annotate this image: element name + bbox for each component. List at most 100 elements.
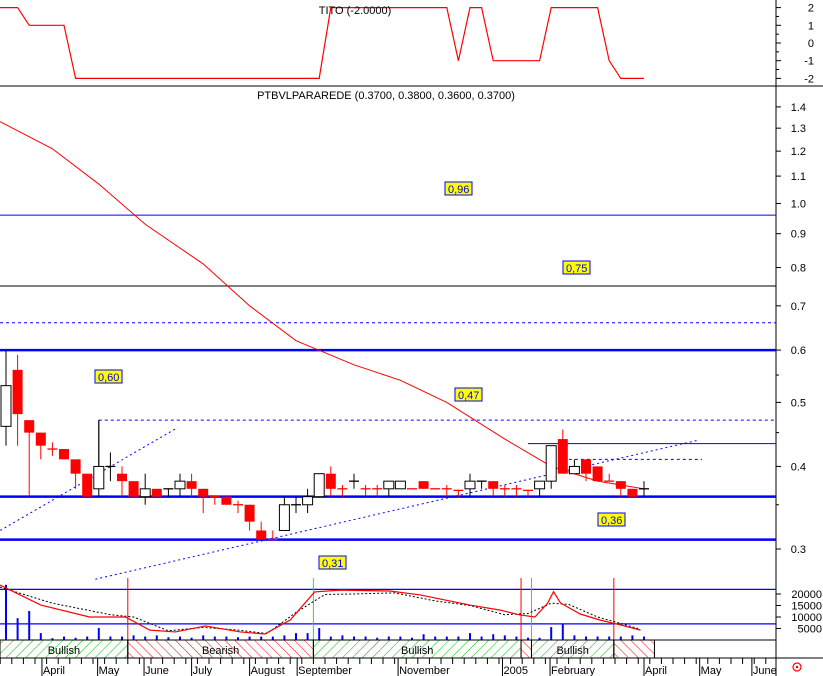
candle bbox=[349, 473, 359, 489]
trend-band-label: Bullish bbox=[48, 645, 80, 657]
moving-average bbox=[0, 121, 645, 490]
candle bbox=[592, 466, 603, 482]
candle bbox=[0, 350, 12, 446]
candle bbox=[151, 488, 162, 497]
price-tick-label: 0.6 bbox=[791, 345, 806, 357]
candle bbox=[604, 473, 615, 482]
x-tick-label: February bbox=[551, 665, 596, 676]
x-tick-label: September bbox=[298, 665, 352, 676]
price-tick-label: 1.1 bbox=[791, 171, 806, 183]
trend-band-label: Bullish bbox=[401, 645, 433, 657]
tito-indicator: 2 1 0 -1 -2 bbox=[0, 3, 814, 85]
candle bbox=[221, 496, 232, 505]
price-tick-label: 1.3 bbox=[791, 123, 806, 135]
trend-band: Bullish Bearish Bullish Bullish bbox=[0, 639, 655, 659]
candle-body-down bbox=[151, 488, 162, 497]
volume-tick-label: 15000 bbox=[791, 601, 822, 613]
trendlines bbox=[0, 427, 698, 580]
candle-body-down bbox=[615, 481, 626, 489]
red-circle-icon[interactable] bbox=[792, 662, 802, 672]
trendline bbox=[95, 439, 698, 580]
candle bbox=[545, 445, 557, 489]
price-tick-label: 1.0 bbox=[791, 198, 806, 210]
candle bbox=[278, 496, 290, 531]
candle bbox=[117, 466, 127, 497]
price-tick-label: 0.5 bbox=[791, 397, 806, 409]
level-label: 0,31 bbox=[322, 558, 343, 570]
volume-ma-red bbox=[0, 584, 641, 635]
candle-body-up bbox=[93, 465, 105, 490]
candle bbox=[534, 480, 546, 497]
candle bbox=[291, 496, 301, 514]
candle-body-down bbox=[59, 449, 69, 460]
candle-body-down bbox=[256, 530, 267, 540]
price-tick-label: 1.2 bbox=[791, 146, 806, 158]
x-tick-label: June bbox=[145, 665, 169, 676]
x-tick-label: June bbox=[753, 665, 777, 676]
trend-band-bearish bbox=[520, 639, 532, 659]
price-tick-label: 0.8 bbox=[791, 263, 806, 275]
candle bbox=[198, 488, 209, 514]
candle bbox=[360, 484, 371, 497]
tito-tick-label: -1 bbox=[804, 56, 814, 68]
tito-tick-label: 1 bbox=[808, 20, 814, 32]
candle-body-down bbox=[70, 459, 81, 474]
candle-body-down bbox=[24, 420, 35, 433]
candle-body-up bbox=[0, 385, 12, 427]
candle bbox=[59, 449, 69, 460]
volume-tick-label: 5000 bbox=[798, 624, 822, 636]
trend-band-bearish bbox=[613, 639, 655, 659]
candle-body-down bbox=[117, 473, 127, 482]
candle bbox=[488, 481, 499, 497]
x-tick-label: May bbox=[701, 665, 722, 676]
candle-body-down bbox=[82, 473, 93, 497]
stock-chart[interactable]: 0,96 0,75 0,60 0,47 0,36 0,31 2 1 0 -1 -2 2000015… bbox=[0, 0, 823, 676]
volume-tick-label: 20000 bbox=[791, 589, 822, 601]
candle-body-down bbox=[128, 481, 139, 497]
candle bbox=[47, 442, 58, 456]
level-label: 0,36 bbox=[601, 515, 622, 527]
candle-body-up bbox=[302, 496, 314, 506]
tito-tick-label: -2 bbox=[804, 73, 814, 85]
candle-body-up bbox=[313, 473, 325, 498]
candle bbox=[383, 480, 395, 497]
price-tick-label: 0.9 bbox=[791, 229, 806, 241]
candle bbox=[557, 429, 568, 474]
level-label: 0,75 bbox=[566, 263, 587, 275]
candle-body-down bbox=[12, 369, 23, 415]
candle bbox=[568, 459, 580, 475]
candle bbox=[128, 481, 139, 497]
candle-body-up bbox=[545, 445, 557, 482]
volume-ma-black bbox=[0, 586, 639, 635]
candle-body-down bbox=[557, 439, 568, 474]
candle bbox=[313, 473, 325, 498]
candle bbox=[372, 484, 383, 497]
candle bbox=[615, 481, 626, 497]
tito-line bbox=[0, 6, 644, 80]
candle-body-down bbox=[221, 496, 232, 505]
candle-body-down bbox=[35, 432, 46, 446]
candle bbox=[511, 484, 522, 497]
price-tick-label: 1.4 bbox=[791, 102, 806, 114]
trend-band-label: Bearish bbox=[202, 645, 239, 657]
price-tick-label: 0.3 bbox=[791, 544, 806, 556]
x-tick-label: April bbox=[43, 665, 65, 676]
candle bbox=[639, 481, 649, 497]
level-label: 0,60 bbox=[98, 372, 119, 384]
candle-body-down bbox=[592, 466, 603, 482]
candle bbox=[627, 488, 638, 497]
candle bbox=[233, 500, 243, 514]
candle-body-up bbox=[534, 480, 546, 490]
candle bbox=[105, 452, 116, 482]
candle bbox=[35, 432, 46, 460]
candle-body-up bbox=[568, 465, 580, 475]
candle-body-up bbox=[174, 480, 186, 490]
candle-body-up bbox=[383, 480, 395, 490]
price-title: PTBVLPARAREDE (0.3700, 0.3800, 0.3600, 0… bbox=[257, 90, 515, 102]
candle bbox=[267, 530, 278, 541]
candle bbox=[302, 488, 314, 514]
candle bbox=[256, 521, 267, 540]
level-label: 0,47 bbox=[458, 390, 479, 402]
candle bbox=[337, 484, 348, 497]
candle bbox=[174, 473, 186, 497]
